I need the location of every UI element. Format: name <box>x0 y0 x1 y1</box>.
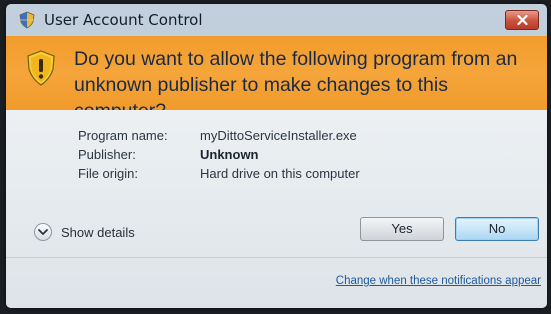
info-value: Hard drive on this computer <box>200 166 360 181</box>
change-notifications-link[interactable]: Change when these notifications appear <box>336 275 541 287</box>
info-value: Unknown <box>200 147 259 162</box>
yes-button[interactable]: Yes <box>360 217 444 241</box>
uac-shield-icon <box>18 11 36 29</box>
info-label: Publisher: <box>78 147 136 162</box>
window-title: User Account Control <box>44 11 203 29</box>
chevron-down-icon[interactable] <box>34 223 52 241</box>
close-icon <box>517 15 528 25</box>
title-bar[interactable]: User Account Control <box>6 4 547 36</box>
warning-shield-icon <box>26 50 56 86</box>
footer-divider <box>6 257 547 258</box>
dialog-body: Program name: myDittoServiceInstaller.ex… <box>6 110 547 308</box>
info-label: Program name: <box>78 128 168 143</box>
show-details-toggle[interactable]: Show details <box>34 222 135 242</box>
close-button[interactable] <box>505 10 539 30</box>
info-value: myDittoServiceInstaller.exe <box>200 128 357 143</box>
no-button[interactable]: No <box>455 217 539 241</box>
warning-banner: Do you want to allow the following progr… <box>6 36 547 122</box>
info-label: File origin: <box>78 166 138 181</box>
show-details-label[interactable]: Show details <box>61 225 135 240</box>
uac-dialog: User Account Control Do you want to allo… <box>6 4 547 308</box>
